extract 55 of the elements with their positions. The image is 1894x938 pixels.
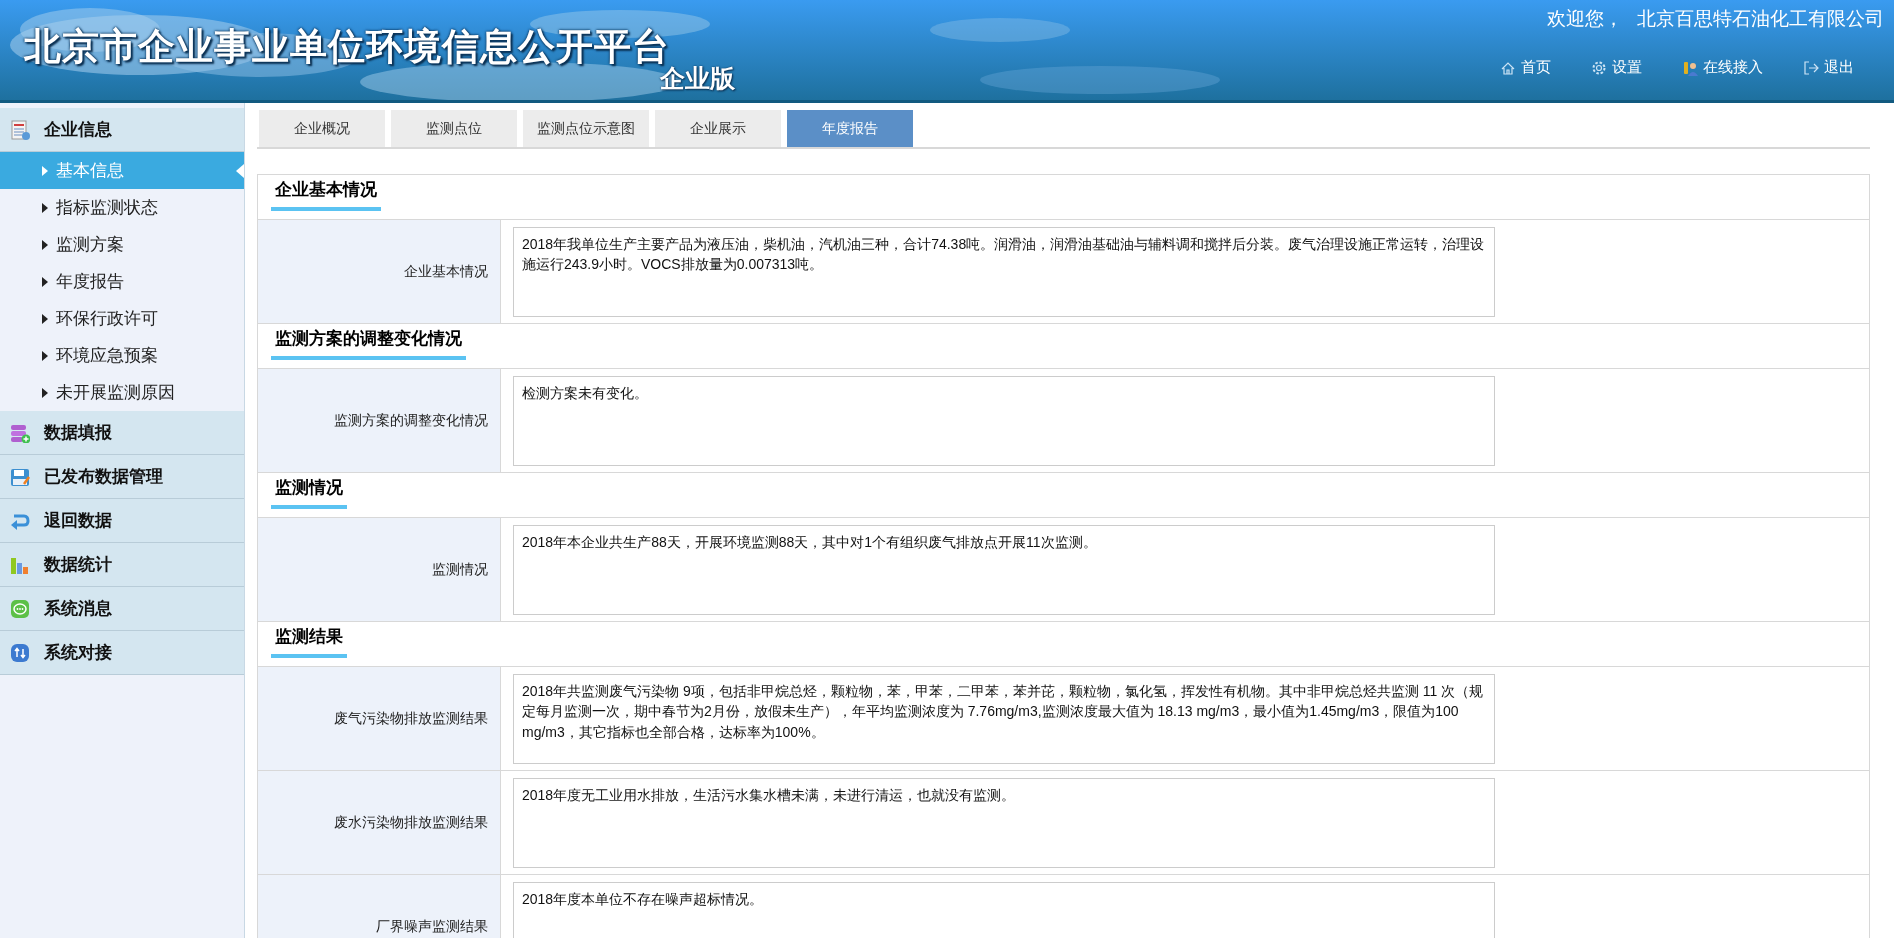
section-title: 企业基本情况 (271, 178, 381, 211)
tab[interactable]: 监测点位示意图 (523, 110, 649, 147)
menu-group[interactable]: 数据填报 (0, 411, 244, 455)
section-title: 监测方案的调整变化情况 (271, 327, 466, 360)
menu-item[interactable]: 指标监测状态 (0, 189, 244, 226)
tab[interactable]: 监测点位 (391, 110, 517, 147)
chat-icon (10, 598, 30, 619)
field-label: 监测情况 (258, 518, 501, 621)
text-area[interactable]: 2018年我单位生产主要产品为液压油，柴机油，汽机油三种，合计74.38吨。润滑油，润滑油基础油与辅料调和搅拌后分装。废气治理设施正常运转，治理设施运行243.9小时。VOCS排放量为0.007313吨。 (513, 227, 1495, 317)
gear-icon (1591, 59, 1607, 76)
text-area[interactable]: 2018年共监测废气污染物 9项，包括非甲烷总烃，颗粒物，苯，甲苯，二甲苯，苯并芘，颗粒物，氯化氢，挥发性有机物。其中非甲烷总烃共监测 11 次（规定每月监测一次，期中春节为2月份，放假未生产），年平均监测浓度为 7.76mg/m3,监测浓度最大值为 18.13 mg/m3，最小值为1.45mg/m3，限值为100 mg/m3，其它指标也全部合格，达标率为100%。 (513, 674, 1495, 764)
document-icon (10, 119, 30, 140)
nav-link[interactable]: 在线接入 (1682, 58, 1763, 77)
menu-item[interactable]: 环境应急预案 (0, 337, 244, 374)
exit-icon (1803, 59, 1819, 76)
field-label: 厂界噪声监测结果 (258, 875, 501, 938)
database-icon (10, 422, 30, 443)
menu-item[interactable]: 未开展监测原因 (0, 374, 244, 411)
caret-icon (42, 276, 48, 287)
caret-icon (42, 313, 48, 324)
pointer-icon (236, 164, 244, 178)
sync-icon (10, 642, 30, 663)
text-area[interactable]: 2018年度本单位不存在噪声超标情况。 (513, 882, 1495, 938)
caret-icon (42, 239, 48, 250)
floppy-icon (10, 466, 30, 487)
nav-link[interactable]: 退出 (1803, 58, 1854, 77)
welcome-text: 欢迎您， (1547, 7, 1623, 31)
field-label: 监测方案的调整变化情况 (258, 369, 501, 472)
nav-link[interactable]: 首页 (1500, 58, 1551, 77)
menu-group[interactable]: 系统消息 (0, 587, 244, 631)
menu-group[interactable]: 数据统计 (0, 543, 244, 587)
caret-icon (42, 387, 48, 398)
caret-icon (42, 202, 48, 213)
company-name: 北京百思特石油化工有限公司 (1637, 7, 1884, 31)
menu-item[interactable]: 年度报告 (0, 263, 244, 300)
menu-group[interactable]: 已发布数据管理 (0, 455, 244, 499)
tab[interactable]: 企业概况 (259, 110, 385, 147)
menu-group[interactable]: 退回数据 (0, 499, 244, 543)
text-area[interactable]: 2018年度无工业用水排放，生活污水集水槽未满，未进行清运，也就没有监测。 (513, 778, 1495, 868)
people-icon (1682, 59, 1698, 76)
field-label: 废气污染物排放监测结果 (258, 667, 501, 770)
menu-group[interactable]: 系统对接 (0, 631, 244, 675)
caret-icon (42, 165, 48, 176)
text-area[interactable]: 2018年本企业共生产88天，开展环境监测88天，其中对1个有组织废气排放点开展11次监测。 (513, 525, 1495, 615)
section-title: 监测结果 (271, 625, 347, 658)
field-label: 企业基本情况 (258, 220, 501, 323)
menu-group[interactable]: 企业信息 (0, 108, 244, 152)
nav-link[interactable]: 设置 (1591, 58, 1642, 77)
menu-item[interactable]: 环保行政许可 (0, 300, 244, 337)
menu-item[interactable]: 监测方案 (0, 226, 244, 263)
field-label: 废水污染物排放监测结果 (258, 771, 501, 874)
text-area[interactable]: 检测方案未有变化。 (513, 376, 1495, 466)
tab[interactable]: 企业展示 (655, 110, 781, 147)
caret-icon (42, 350, 48, 361)
section-title: 监测情况 (271, 476, 347, 509)
